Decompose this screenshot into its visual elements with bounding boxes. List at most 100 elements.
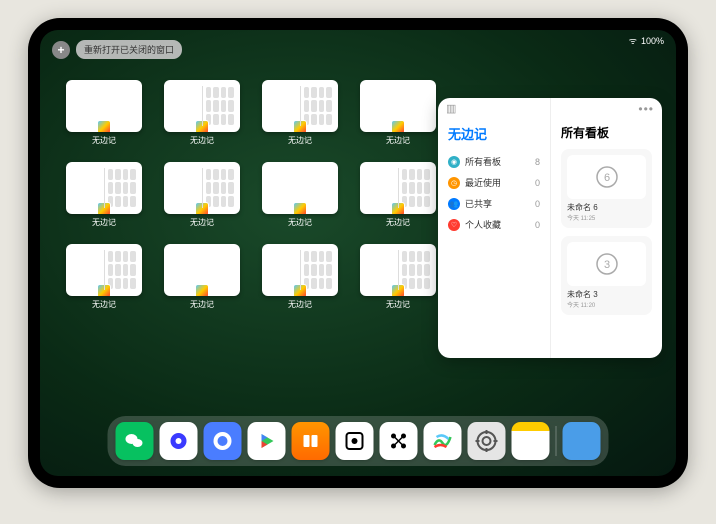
dock-app6-icon[interactable] bbox=[336, 422, 374, 460]
window-card[interactable]: 无边记 bbox=[164, 244, 240, 310]
sidebar-item-label: 个人收藏 bbox=[465, 218, 501, 231]
window-label: 无边记 bbox=[288, 217, 312, 228]
window-thumbnail bbox=[66, 244, 142, 296]
category-icon: ◷ bbox=[448, 177, 460, 189]
window-card[interactable]: 无边记 bbox=[360, 162, 436, 228]
panel-right-title: 所有看板 bbox=[561, 124, 652, 141]
category-icon: ♡ bbox=[448, 219, 460, 231]
window-card[interactable]: 无边记 bbox=[360, 244, 436, 310]
freeform-app-icon bbox=[391, 120, 405, 132]
window-thumbnail bbox=[164, 162, 240, 214]
window-label: 无边记 bbox=[190, 135, 214, 146]
freeform-app-icon bbox=[195, 120, 209, 132]
sidebar-item[interactable]: ♡ 个人收藏 0 bbox=[448, 214, 540, 235]
window-thumbnail bbox=[66, 162, 142, 214]
window-thumbnail bbox=[360, 80, 436, 132]
board-thumbnail: 6 bbox=[567, 155, 646, 199]
window-label: 无边记 bbox=[288, 299, 312, 310]
dock-separator bbox=[556, 426, 557, 456]
status-bar: ᯤ 100% bbox=[629, 34, 664, 47]
svg-text:3: 3 bbox=[603, 259, 609, 271]
window-card[interactable]: 无边记 bbox=[360, 80, 436, 146]
wifi-icon: ᯤ bbox=[629, 34, 637, 47]
dock-notes-icon[interactable] bbox=[512, 422, 550, 460]
window-thumbnail bbox=[262, 80, 338, 132]
window-label: 无边记 bbox=[92, 135, 116, 146]
sidebar-toggle-icon[interactable]: ▥ bbox=[446, 102, 460, 116]
dock-app7-icon[interactable] bbox=[380, 422, 418, 460]
sidebar-item-label: 最近使用 bbox=[465, 176, 501, 189]
dock-quark-icon[interactable] bbox=[160, 422, 198, 460]
dock-qqbrowser-icon[interactable] bbox=[204, 422, 242, 460]
sidebar-item-count: 8 bbox=[535, 157, 540, 167]
window-card[interactable]: 无边记 bbox=[66, 244, 142, 310]
board-thumbnail: 3 bbox=[567, 242, 646, 286]
dock-wechat-icon[interactable] bbox=[116, 422, 154, 460]
freeform-app-icon bbox=[97, 120, 111, 132]
window-thumbnail bbox=[360, 244, 436, 296]
ipad-frame: ᯤ 100% + 重新打开已关闭的窗口 无边记无边记无边记无边记无边记无边记无边… bbox=[28, 18, 688, 488]
panel-sidebar: 无边记 ◉ 所有看板 8 ◷ 最近使用 0 👥 已共享 0 ♡ 个人收藏 0 bbox=[438, 98, 550, 358]
top-controls: + 重新打开已关闭的窗口 bbox=[52, 40, 182, 59]
dock-recent-stack-icon[interactable] bbox=[563, 422, 601, 460]
new-window-button[interactable]: + bbox=[52, 41, 70, 59]
window-label: 无边记 bbox=[92, 299, 116, 310]
freeform-app-icon bbox=[391, 202, 405, 214]
category-icon: ◉ bbox=[448, 156, 460, 168]
window-label: 无边记 bbox=[386, 299, 410, 310]
window-thumbnail bbox=[262, 244, 338, 296]
category-icon: 👥 bbox=[448, 198, 460, 210]
window-label: 无边记 bbox=[386, 217, 410, 228]
dock-freeform-icon[interactable] bbox=[424, 422, 462, 460]
freeform-app-icon bbox=[195, 284, 209, 296]
window-card[interactable]: 无边记 bbox=[164, 162, 240, 228]
sidebar-item-label: 已共享 bbox=[465, 197, 492, 210]
sidebar-item[interactable]: 👥 已共享 0 bbox=[448, 193, 540, 214]
sidebar-item[interactable]: ◷ 最近使用 0 bbox=[448, 172, 540, 193]
window-label: 无边记 bbox=[92, 217, 116, 228]
board-card[interactable]: 6未命名 6今天 11:25 bbox=[561, 149, 652, 228]
freeform-app-icon bbox=[391, 284, 405, 296]
window-label: 无边记 bbox=[190, 217, 214, 228]
dock-settings-icon[interactable] bbox=[468, 422, 506, 460]
window-card[interactable]: 无边记 bbox=[262, 244, 338, 310]
more-icon[interactable]: ••• bbox=[638, 102, 654, 116]
dock bbox=[108, 416, 609, 466]
window-label: 无边记 bbox=[190, 299, 214, 310]
sidebar-item-count: 0 bbox=[535, 199, 540, 209]
battery-text: 100% bbox=[641, 36, 664, 46]
window-thumbnail bbox=[262, 162, 338, 214]
screen: ᯤ 100% + 重新打开已关闭的窗口 无边记无边记无边记无边记无边记无边记无边… bbox=[40, 30, 676, 476]
sidebar-item-count: 0 bbox=[535, 220, 540, 230]
window-card[interactable]: 无边记 bbox=[66, 162, 142, 228]
board-card[interactable]: 3 未命名 3今天 11:20 bbox=[561, 236, 652, 315]
window-card[interactable]: 无边记 bbox=[164, 80, 240, 146]
window-card[interactable]: 无边记 bbox=[262, 162, 338, 228]
dock-books-icon[interactable] bbox=[292, 422, 330, 460]
window-card[interactable]: 无边记 bbox=[262, 80, 338, 146]
sidebar-item-label: 所有看板 bbox=[465, 155, 501, 168]
board-name: 未命名 3 bbox=[567, 289, 646, 300]
reopen-closed-window-button[interactable]: 重新打开已关闭的窗口 bbox=[76, 40, 182, 59]
freeform-app-icon bbox=[293, 120, 307, 132]
freeform-app-icon bbox=[293, 284, 307, 296]
window-thumbnail bbox=[66, 80, 142, 132]
window-thumbnail bbox=[164, 80, 240, 132]
window-grid: 无边记无边记无边记无边记无边记无边记无边记无边记无边记无边记无边记无边记 bbox=[66, 80, 436, 310]
window-card[interactable]: 无边记 bbox=[66, 80, 142, 146]
sidebar-item-count: 0 bbox=[535, 178, 540, 188]
board-time: 今天 11:20 bbox=[567, 300, 646, 309]
panel-content: 所有看板 6未命名 6今天 11:25 3 未命名 3今天 11:20 bbox=[550, 98, 662, 358]
freeform-app-icon bbox=[97, 202, 111, 214]
freeform-panel: ▥ ••• 无边记 ◉ 所有看板 8 ◷ 最近使用 0 👥 已共享 0 ♡ 个人收藏 0 所有看板 6… bbox=[438, 98, 662, 358]
panel-title: 无边记 bbox=[448, 124, 540, 143]
dock-play-icon[interactable] bbox=[248, 422, 286, 460]
window-thumbnail bbox=[360, 162, 436, 214]
freeform-app-icon bbox=[195, 202, 209, 214]
freeform-app-icon bbox=[293, 202, 307, 214]
sidebar-item[interactable]: ◉ 所有看板 8 bbox=[448, 151, 540, 172]
svg-text:6: 6 bbox=[603, 172, 609, 184]
window-thumbnail bbox=[164, 244, 240, 296]
window-label: 无边记 bbox=[386, 135, 410, 146]
freeform-app-icon bbox=[97, 284, 111, 296]
